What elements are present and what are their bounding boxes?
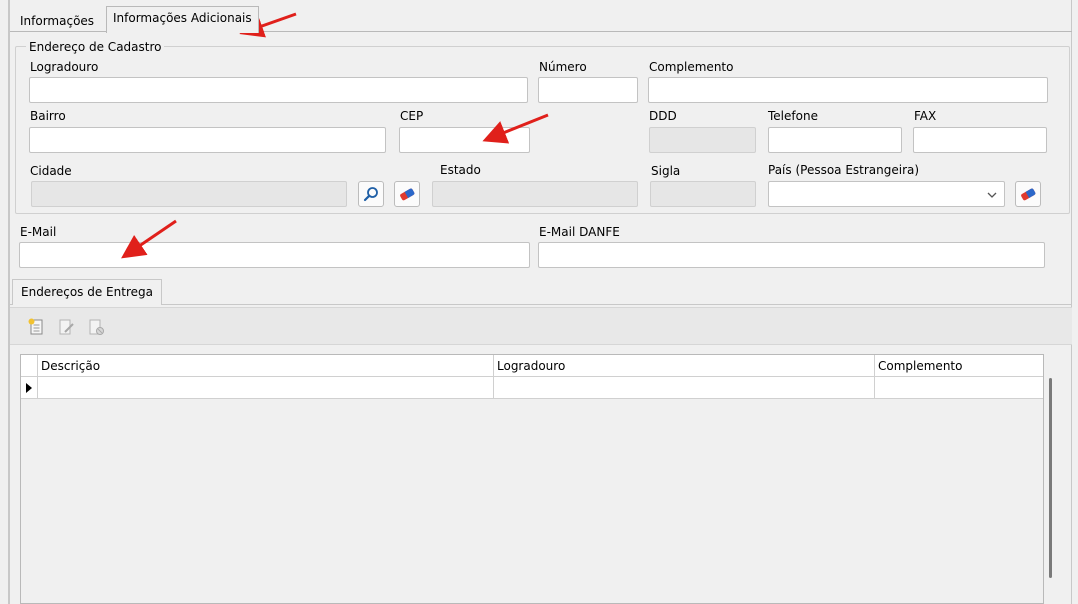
current-row-arrow-icon bbox=[26, 383, 32, 393]
column-header-complemento[interactable]: Complemento bbox=[875, 355, 1043, 377]
edit-record-icon bbox=[59, 319, 74, 335]
fax-label: FAX bbox=[914, 109, 937, 123]
delivery-grid: Descrição Logradouro Complemento bbox=[20, 354, 1044, 604]
email-danfe-label: E-Mail DANFE bbox=[539, 225, 620, 239]
delivery-toolbar bbox=[10, 307, 1072, 345]
pais-label: País (Pessoa Estrangeira) bbox=[768, 163, 920, 177]
scrollbar-thumb[interactable] bbox=[1049, 378, 1052, 578]
add-record-button[interactable] bbox=[26, 317, 46, 337]
estado-label: Estado bbox=[440, 163, 481, 177]
telefone-label: Telefone bbox=[768, 109, 818, 123]
chevron-down-icon bbox=[987, 192, 997, 198]
numero-label: Número bbox=[539, 60, 587, 74]
window-left-border bbox=[8, 0, 10, 604]
cell-complemento[interactable] bbox=[875, 377, 1043, 399]
email-label: E-Mail bbox=[20, 225, 57, 239]
bairro-input[interactable] bbox=[29, 127, 386, 153]
search-icon bbox=[363, 187, 378, 202]
telefone-input[interactable] bbox=[768, 127, 902, 153]
complemento-label: Complemento bbox=[649, 60, 734, 74]
grid-indicator-header bbox=[21, 355, 38, 377]
window-right-border bbox=[1071, 0, 1072, 604]
logradouro-label: Logradouro bbox=[30, 60, 99, 74]
bairro-label: Bairro bbox=[30, 109, 66, 123]
add-record-icon bbox=[28, 318, 43, 335]
tab-informacoes-adicionais[interactable]: Informações Adicionais bbox=[106, 6, 259, 33]
clear-cidade-button[interactable] bbox=[394, 181, 420, 207]
ddd-input bbox=[649, 127, 756, 153]
fax-input[interactable] bbox=[913, 127, 1047, 153]
cidade-label: Cidade bbox=[30, 164, 72, 178]
eraser-icon bbox=[1021, 188, 1036, 201]
column-header-descricao[interactable]: Descrição bbox=[38, 355, 494, 377]
grid-vertical-scrollbar[interactable] bbox=[1045, 354, 1062, 604]
numero-input[interactable] bbox=[538, 77, 638, 103]
pais-select[interactable] bbox=[768, 181, 1005, 207]
tab-enderecos-entrega[interactable]: Endereços de Entrega bbox=[12, 279, 162, 305]
table-row[interactable] bbox=[21, 377, 1043, 399]
address-group-title: Endereço de Cadastro bbox=[26, 40, 165, 54]
edit-record-button[interactable] bbox=[56, 317, 76, 337]
complemento-input[interactable] bbox=[648, 77, 1048, 103]
cell-descricao[interactable] bbox=[38, 377, 494, 399]
subtab-baseline bbox=[10, 304, 1072, 305]
cidade-input bbox=[31, 181, 347, 207]
delete-record-icon bbox=[89, 319, 104, 335]
row-indicator bbox=[21, 377, 38, 399]
cep-input[interactable] bbox=[399, 127, 530, 153]
tab-informacoes[interactable]: Informações bbox=[14, 10, 100, 34]
column-header-logradouro[interactable]: Logradouro bbox=[494, 355, 875, 377]
clear-pais-button[interactable] bbox=[1015, 181, 1041, 207]
logradouro-input[interactable] bbox=[29, 77, 528, 103]
sigla-label: Sigla bbox=[651, 164, 681, 178]
search-cidade-button[interactable] bbox=[358, 181, 384, 207]
grid-header: Descrição Logradouro Complemento bbox=[21, 355, 1043, 377]
email-danfe-input[interactable] bbox=[538, 242, 1045, 268]
delete-record-button[interactable] bbox=[86, 317, 106, 337]
ddd-label: DDD bbox=[649, 109, 677, 123]
cell-logradouro[interactable] bbox=[494, 377, 875, 399]
email-input[interactable] bbox=[19, 242, 530, 268]
eraser-icon bbox=[400, 188, 415, 201]
estado-input bbox=[432, 181, 638, 207]
cep-label: CEP bbox=[400, 109, 424, 123]
sigla-input bbox=[650, 181, 756, 207]
